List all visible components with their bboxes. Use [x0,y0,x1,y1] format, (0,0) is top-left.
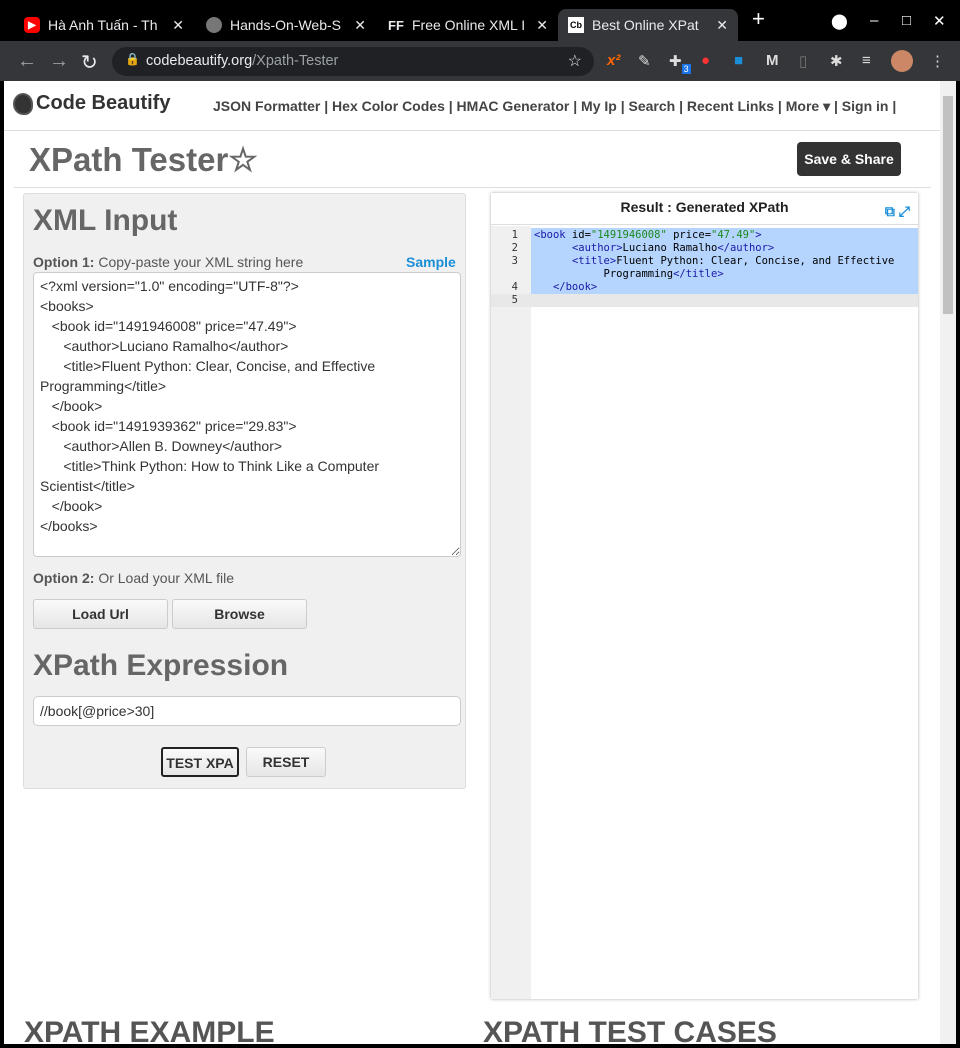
code-line: Programming</title> [534,268,724,280]
xpath-test-cases-heading: XPATH TEST CASES [483,1016,777,1044]
editor-gutter [491,226,531,999]
tab-github[interactable]: Hands-On-Web-S ✕ [196,9,376,41]
active-line [491,294,918,307]
option1-label: Option 1: Copy-paste your XML string her… [33,254,304,270]
site-logo[interactable]: Code Beautify [13,92,170,115]
reload-icon[interactable]: ↻ [81,50,98,75]
reset-button[interactable]: RESET [246,747,326,777]
tab-strip: ▶ Hà Anh Tuấn - Th ✕ Hands-On-Web-S ✕ FF Fre… [0,0,960,41]
github-icon [206,17,222,33]
extension-bookmark-icon[interactable]: ■ [734,52,743,69]
extension-m-icon[interactable]: M [766,52,779,69]
extensions-puzzle-icon[interactable]: ✱ [830,52,843,70]
result-editor[interactable]: 1 2 3 4 5 <book id="1491946008" price="4… [491,226,918,999]
line-number: 5 [511,294,518,306]
forward-icon[interactable]: → [49,50,69,73]
maximize-button[interactable]: □ [902,12,911,29]
tab-youtube[interactable]: ▶ Hà Anh Tuấn - Th ✕ [14,9,194,41]
page-title: XPath Tester☆ [29,141,258,178]
extension-x2-icon[interactable]: x² [607,52,620,69]
media-icon[interactable]: ≡ [862,52,871,69]
browser-toolbar: ← → ↻ 🔒 codebeautify.org/Xpath-Tester ☆ x²… [0,41,960,81]
extension-play-icon[interactable]: ● [701,52,710,69]
code-line: <title>Fluent Python: Clear, Concise, an… [571,255,895,267]
code-line: <author>Luciano Ramalho</author> [571,242,775,254]
result-header: Result : Generated XPath ⧉ ⤢ [491,193,918,225]
xpath-input[interactable]: //book[@price>30] [33,696,461,726]
close-window-button[interactable]: ✕ [933,12,946,30]
xml-input-heading: XML Input [33,204,178,237]
option2-label: Option 2: Or Load your XML file [33,570,234,586]
xml-input-panel: XML Input Option 1: Copy-paste your XML … [23,193,466,789]
page: Code Beautify JSON Formatter | Hex Color… [4,81,940,1044]
cb-favicon-icon: Cb [568,17,584,33]
page-scrollbar[interactable] [940,81,956,1044]
extension-badge-icon[interactable]: ✚ 3 [669,52,691,74]
minimize-button[interactable]: – [870,12,878,29]
logo-icon [13,92,33,115]
favorite-star-icon[interactable]: ☆ [228,141,258,178]
top-nav[interactable]: JSON Formatter | Hex Color Codes | HMAC … [213,98,896,115]
line-number: 4 [511,281,518,293]
result-panel: Result : Generated XPath ⧉ ⤢ 1 2 3 4 5 <b… [491,193,918,999]
lock-icon: 🔒 [125,52,140,66]
menu-kebab-icon[interactable]: ⋮ [930,52,945,70]
tab-xml[interactable]: FF Free Online XML I ✕ [378,9,558,41]
line-number: 2 [511,242,518,254]
xpath-example-heading: XPATH EXAMPLE [24,1016,275,1044]
close-icon[interactable]: ✕ [536,17,548,34]
address-bar[interactable]: 🔒 codebeautify.org/Xpath-Tester ☆ [112,47,594,76]
divider [4,130,940,131]
bookmark-star-icon[interactable]: ☆ [568,51,582,71]
ff-favicon-icon: FF [388,17,404,33]
xml-input-textarea[interactable] [33,272,461,557]
extension-pen-icon[interactable]: ✎ [638,52,651,70]
sample-link[interactable]: Sample [406,254,456,270]
close-icon[interactable]: ✕ [716,17,728,34]
line-number: 3 [511,255,518,267]
save-share-button[interactable]: Save & Share [797,142,901,176]
close-icon[interactable]: ✕ [354,17,366,34]
back-icon[interactable]: ← [17,50,37,73]
test-xpath-button[interactable]: TEST XPA [161,747,239,777]
line-number: 1 [511,229,518,241]
xpath-expression-heading: XPath Expression [33,649,289,682]
code-line: </book> [552,281,598,293]
tab-xpath[interactable]: Cb Best Online XPat ✕ [558,9,738,41]
tab-search-icon[interactable]: ⬤ [831,12,848,30]
load-url-button[interactable]: Load Url [33,599,168,629]
fullscreen-icon[interactable]: ⤢ [899,203,910,219]
copy-icon[interactable]: ⧉ [885,203,895,219]
code-line: <book id="1491946008" price="47.49"> [534,229,762,241]
extension-ribbon-icon[interactable]: ▯ [799,52,807,70]
close-icon[interactable]: ✕ [172,17,184,34]
avatar[interactable] [891,50,913,72]
youtube-icon: ▶ [24,17,40,33]
scrollbar-thumb[interactable] [943,96,953,314]
browse-button[interactable]: Browse [172,599,307,629]
divider [14,187,931,188]
new-tab-button[interactable]: + [752,6,765,32]
